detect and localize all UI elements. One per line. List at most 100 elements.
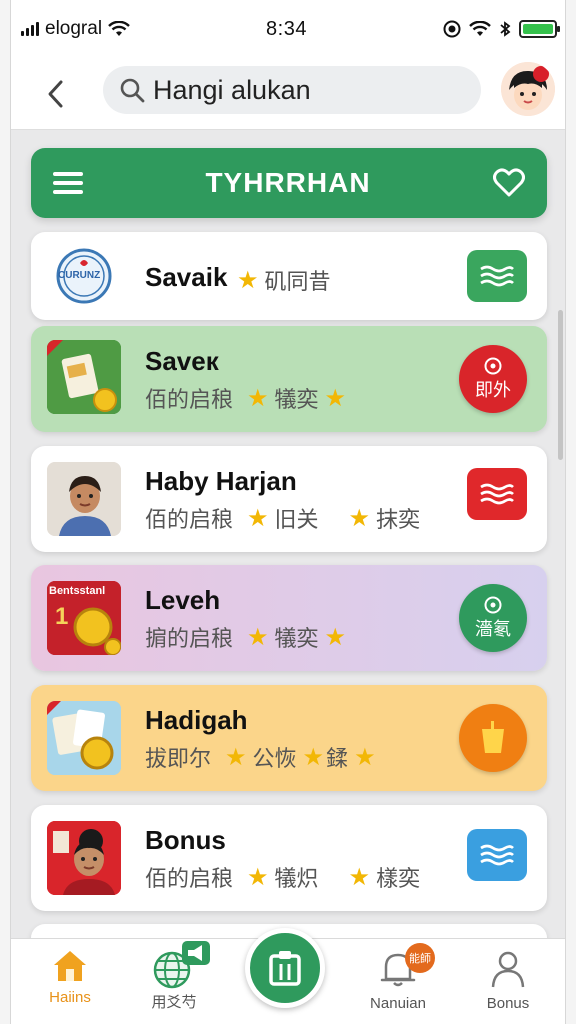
item-subtitle: 佰的启稂 [145, 866, 234, 891]
top-header: Hangi alukan [11, 58, 565, 130]
star-icon: ★ [237, 266, 259, 294]
item-action-button[interactable] [467, 468, 527, 520]
list-item[interactable]: Bentsstanl 1 Leveh 掮的启稂 ★ 犠奕 ★ 濇氡 [31, 565, 547, 671]
item-action-button[interactable] [467, 829, 527, 881]
item-subtitle: 佰的启稂 [145, 387, 234, 412]
item-title: Savaik [145, 262, 228, 292]
nav-notifications-label: Nanuian [370, 995, 426, 1012]
clipboard-icon [269, 951, 301, 986]
item-tag: 公恢 [252, 746, 297, 771]
battery-icon [518, 20, 560, 38]
list-item[interactable]: Saveк 佰的启稂 ★ 犠奕 ★ 即外 [31, 326, 547, 432]
item-action-button[interactable] [467, 250, 527, 302]
banner-title: TYHRRHAN [205, 167, 371, 198]
nav-profile[interactable]: Bonus [463, 949, 553, 1021]
thumb-number: 1 [55, 603, 69, 630]
waves-icon [480, 265, 514, 287]
item-title: Saveк [145, 346, 219, 376]
item-subtitle-row: 佰的启稂 ★ 犠奕 ★ [145, 382, 348, 414]
back-button[interactable] [25, 64, 85, 124]
logo-text: CURUNZ [58, 270, 101, 281]
avatar-illustration [501, 62, 555, 116]
item-tag: 鍒 [326, 746, 349, 771]
item-thumbnail [47, 701, 121, 775]
signal-icon [21, 22, 39, 36]
heart-icon[interactable] [492, 168, 525, 198]
nav-explore-label: 用爻芍 [151, 994, 197, 1011]
item-title: Haby Harjan [145, 466, 297, 496]
item-tag: 旧关 [274, 507, 319, 532]
item-tag: 樣奕 [376, 866, 421, 891]
nav-home-label: Haiins [49, 989, 91, 1006]
item-action-button[interactable]: 即外 [459, 345, 527, 413]
notification-badge: 能師 [405, 943, 435, 973]
item-avatar [47, 462, 121, 536]
girl-photo [47, 821, 121, 895]
phone-screen: elogral 8:34 Hangi alukan TYHRRHAN CURUN… [10, 0, 566, 1024]
item-tags: ★ 矶同昔 [237, 264, 331, 296]
nav-explore[interactable]: 用爻芍 [129, 941, 219, 1021]
item-subtitle-row: 拔即尔 ★ 公恢 ★ 鍒 ★ [145, 741, 378, 773]
list-item[interactable]: Hadigah 拔即尔 ★ 公恢 ★ 鍒 ★ [31, 685, 547, 791]
item-subtitle: 拔即尔 [145, 746, 212, 771]
user-avatar[interactable] [501, 62, 555, 116]
star-icon: ★ [348, 863, 371, 891]
cup-icon [482, 721, 504, 753]
item-subtitle-row: 佰的启稂 ★ 旧关 ★ 抹奕 [145, 502, 420, 534]
search-bar[interactable]: Hangi alukan [103, 66, 481, 114]
star-icon: ★ [247, 863, 269, 891]
thumb-caption: Bentsstanl [49, 585, 106, 597]
item-action-button[interactable]: 濇氡 [459, 584, 527, 652]
user-icon [491, 951, 525, 988]
category-banner: TYHRRHAN [31, 148, 547, 218]
item-thumbnail: Bentsstanl 1 [47, 581, 121, 655]
nav-profile-label: Bonus [486, 995, 530, 1012]
item-subtitle: 掮的启稂 [145, 626, 234, 651]
status-left: elogral [21, 18, 130, 40]
star-icon: ★ [247, 504, 269, 532]
globe-wrap [152, 941, 210, 989]
list-item[interactable]: Bonus 佰的启稂 ★ 犠炽 ★ 樣奕 [31, 805, 547, 911]
item-action-label: 濇氡 [475, 619, 511, 639]
item-logo: CURUNZ [47, 239, 121, 313]
wifi-status-icon [469, 21, 491, 36]
item-avatar [47, 821, 121, 895]
item-action-button[interactable] [459, 704, 527, 772]
target-icon [484, 596, 502, 614]
menu-icon[interactable] [53, 170, 83, 196]
bluetooth-icon [500, 21, 511, 37]
search-input[interactable]: Hangi alukan [153, 75, 311, 106]
item-thumbnail [47, 340, 121, 414]
item-subtitle-row: 佰的启稂 ★ 犠炽 ★ 樣奕 [145, 861, 420, 893]
list-item[interactable]: CURUNZ Savaik ★ 矶同昔 [31, 232, 547, 320]
star-icon: ★ [247, 623, 269, 651]
item-title: Hadigah [145, 705, 248, 735]
reward-card-image [47, 340, 121, 414]
wifi-icon [108, 21, 130, 36]
target-icon [484, 357, 502, 375]
voucher-image [47, 701, 121, 775]
scrollbar[interactable] [558, 310, 563, 460]
clock: 8:34 [266, 17, 307, 40]
star-icon: ★ [324, 384, 347, 412]
waves-icon [480, 844, 514, 866]
list-item[interactable]: Haby Harjan 佰的启稂 ★ 旧关 ★ 抹奕 [31, 446, 547, 552]
star-icon: ★ [348, 504, 371, 532]
carrier-name: elogral [45, 18, 103, 39]
item-title: Leveh [145, 585, 221, 615]
center-action-button[interactable] [245, 928, 325, 1008]
alarm-icon [443, 20, 461, 38]
nav-home[interactable]: Haiins [25, 949, 115, 1021]
child-photo [47, 462, 121, 536]
item-tag: 矶同昔 [264, 269, 331, 294]
nav-notifications[interactable]: 能師 Nanuian [353, 943, 443, 1021]
chevron-left-icon [48, 80, 63, 107]
item-title: Bonus [145, 825, 226, 855]
star-icon: ★ [247, 384, 269, 412]
item-subtitle-row: 掮的启稂 ★ 犠奕 ★ [145, 621, 348, 653]
star-icon: ★ [225, 743, 247, 771]
status-bar: elogral 8:34 [11, 0, 565, 58]
item-subtitle: 佰的启稂 [145, 507, 234, 532]
search-icon [120, 78, 145, 103]
item-tag: 抹奕 [376, 507, 421, 532]
